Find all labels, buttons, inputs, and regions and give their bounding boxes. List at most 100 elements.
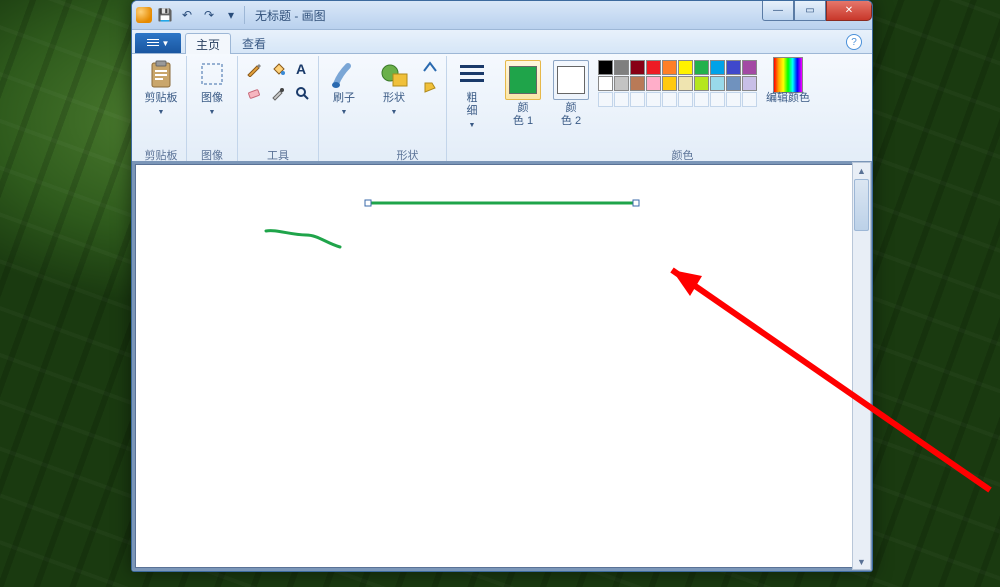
shape-outline-button[interactable] (419, 58, 441, 76)
palette-color[interactable] (646, 92, 661, 107)
group-image: 图像▼ 图像 (187, 56, 238, 163)
window-title: 无标题 - 画图 (255, 7, 326, 24)
app-icon (136, 7, 152, 23)
clipboard-icon (146, 60, 176, 90)
palette-color[interactable] (662, 92, 677, 107)
edit-colors-button[interactable]: 编辑颜色 (763, 58, 813, 107)
brush-button[interactable]: 刷子 ▼ (324, 58, 364, 121)
scroll-down-icon[interactable]: ▼ (853, 554, 870, 569)
qat-undo-button[interactable]: ↶ (178, 6, 196, 24)
tab-home[interactable]: 主页 (185, 33, 231, 54)
group-clipboard: 剪贴板 ▼ 剪贴板 (136, 56, 187, 163)
shapes-button[interactable]: 形状 ▼ (374, 58, 414, 121)
ribbon: 剪贴板 ▼ 剪贴板 图像▼ 图像 (132, 54, 872, 164)
color2-label: 颜 色 2 (561, 102, 581, 128)
chevron-down-icon: ▼ (469, 122, 476, 129)
select-button[interactable]: 图像▼ (192, 58, 232, 121)
tab-view[interactable]: 查看 (231, 32, 277, 53)
fill-tool[interactable] (267, 58, 289, 80)
pencil-tool[interactable] (243, 58, 265, 80)
close-button[interactable]: ✕ (826, 0, 872, 21)
vertical-scrollbar[interactable]: ▲ ▼ (852, 162, 871, 570)
color1-label: 颜 色 1 (513, 102, 533, 128)
text-tool[interactable]: A (291, 58, 313, 80)
palette-color[interactable] (742, 92, 757, 107)
color1-button[interactable]: 颜 色 1 (502, 58, 544, 130)
chevron-down-icon: ▼ (341, 109, 348, 116)
file-menu-icon (147, 39, 159, 47)
brush-label: 刷子 (333, 92, 355, 104)
chevron-down-icon: ▼ (391, 109, 398, 116)
qat-customize-button[interactable]: ▾ (222, 6, 240, 24)
palette-color[interactable] (662, 60, 677, 75)
palette-color[interactable] (710, 92, 725, 107)
chevron-down-icon: ▼ (158, 109, 165, 116)
palette-color[interactable] (678, 92, 693, 107)
palette-color[interactable] (646, 60, 661, 75)
scroll-thumb[interactable] (854, 179, 869, 231)
palette-color[interactable] (726, 92, 741, 107)
shapes-label: 形状 (383, 92, 405, 104)
qat-separator (244, 6, 245, 24)
group-shapes: 形状 ▼ 形状 (369, 56, 447, 163)
paste-label: 剪贴板 (145, 92, 178, 104)
palette-color[interactable] (742, 76, 757, 91)
file-menu-button[interactable]: ▼ (135, 33, 181, 53)
palette-color[interactable] (710, 76, 725, 91)
color1-swatch (509, 66, 537, 94)
palette-color[interactable] (726, 76, 741, 91)
palette-color[interactable] (710, 60, 725, 75)
palette-color[interactable] (598, 76, 613, 91)
magnifier-tool[interactable] (291, 82, 313, 104)
qat-redo-button[interactable]: ↷ (200, 6, 218, 24)
palette-color[interactable] (694, 60, 709, 75)
color2-swatch (557, 66, 585, 94)
paint-window: 💾 ↶ ↷ ▾ 无标题 - 画图 — ▭ ✕ ▼ 主页 查看 ? (131, 0, 873, 572)
palette-color[interactable] (694, 76, 709, 91)
paste-button[interactable]: 剪贴板 ▼ (141, 58, 181, 121)
shape-fill-button[interactable] (419, 78, 441, 96)
window-buttons: — ▭ ✕ (762, 0, 872, 21)
palette-color[interactable] (614, 76, 629, 91)
group-colors: 颜 色 1 颜 色 2 编辑颜色 颜色 (497, 56, 868, 163)
palette-color[interactable] (742, 60, 757, 75)
palette-color[interactable] (630, 92, 645, 107)
eraser-tool[interactable] (243, 82, 265, 104)
palette-color[interactable] (678, 60, 693, 75)
palette-color[interactable] (662, 76, 677, 91)
ribbon-tab-row: ▼ 主页 查看 ? (132, 30, 872, 54)
palette-color[interactable] (630, 76, 645, 91)
qat-save-button[interactable]: 💾 (156, 6, 174, 24)
palette-color[interactable] (694, 92, 709, 107)
color-picker-tool[interactable] (267, 82, 289, 104)
edit-colors-icon (773, 57, 803, 93)
title-bar[interactable]: 💾 ↶ ↷ ▾ 无标题 - 画图 — ▭ ✕ (132, 1, 872, 30)
maximize-button[interactable]: ▭ (794, 0, 826, 21)
canvas-content (136, 165, 852, 567)
scroll-up-icon[interactable]: ▲ (853, 163, 870, 178)
svg-text:A: A (296, 61, 306, 77)
palette-color[interactable] (598, 92, 613, 107)
help-button[interactable]: ? (846, 34, 862, 50)
size-button[interactable]: 粗 细 ▼ (452, 58, 492, 134)
desktop-background: 💾 ↶ ↷ ▾ 无标题 - 画图 — ▭ ✕ ▼ 主页 查看 ? (0, 0, 1000, 587)
size-icon (457, 60, 487, 90)
brush-icon (329, 60, 359, 90)
canvas[interactable] (136, 165, 852, 567)
palette-color[interactable] (646, 76, 661, 91)
palette-color[interactable] (614, 92, 629, 107)
group-brush: 刷子 ▼ (319, 56, 369, 163)
minimize-button[interactable]: — (762, 0, 794, 21)
group-tools: A 工具 (238, 56, 319, 163)
palette-color[interactable] (726, 60, 741, 75)
palette-color[interactable] (678, 76, 693, 91)
palette-color[interactable] (598, 60, 613, 75)
color2-button[interactable]: 颜 色 2 (550, 58, 592, 130)
palette-color[interactable] (630, 60, 645, 75)
chevron-down-icon: ▼ (209, 109, 216, 116)
palette-color[interactable] (614, 60, 629, 75)
size-label: 粗 细 (467, 92, 478, 117)
chevron-down-icon: ▼ (162, 39, 170, 48)
edit-colors-label: 编辑颜色 (766, 92, 810, 105)
color-palette (598, 58, 757, 107)
